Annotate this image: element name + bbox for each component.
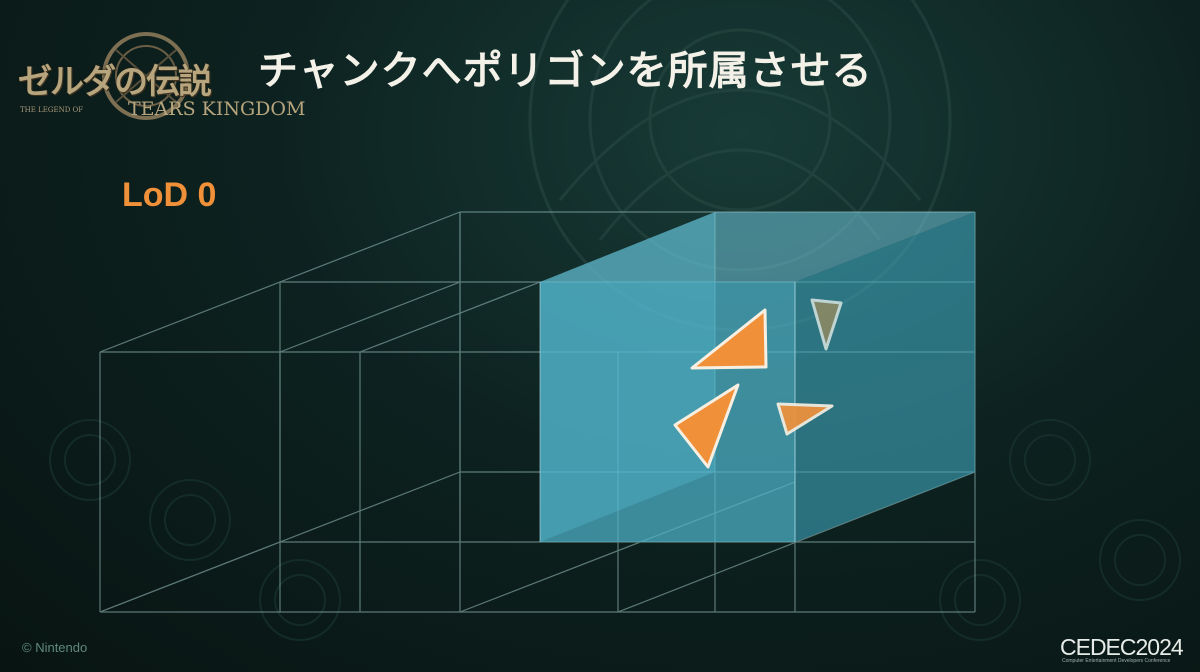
cedec-tagline: Computer Entertainment Developers Confer… (1062, 658, 1171, 664)
copyright-text: © Nintendo (22, 640, 88, 655)
cedec-logo: CEDEC2024 Computer Entertainment Develop… (1060, 634, 1190, 666)
slide: ゼルダの伝説 THE LEGEND OF TEARS KINGDOM チャンクへ… (0, 0, 1200, 672)
highlighted-chunk (539, 212, 975, 542)
cedec-logo-text: CEDEC2024 (1060, 634, 1184, 660)
chunk-diagram (99, 211, 976, 613)
